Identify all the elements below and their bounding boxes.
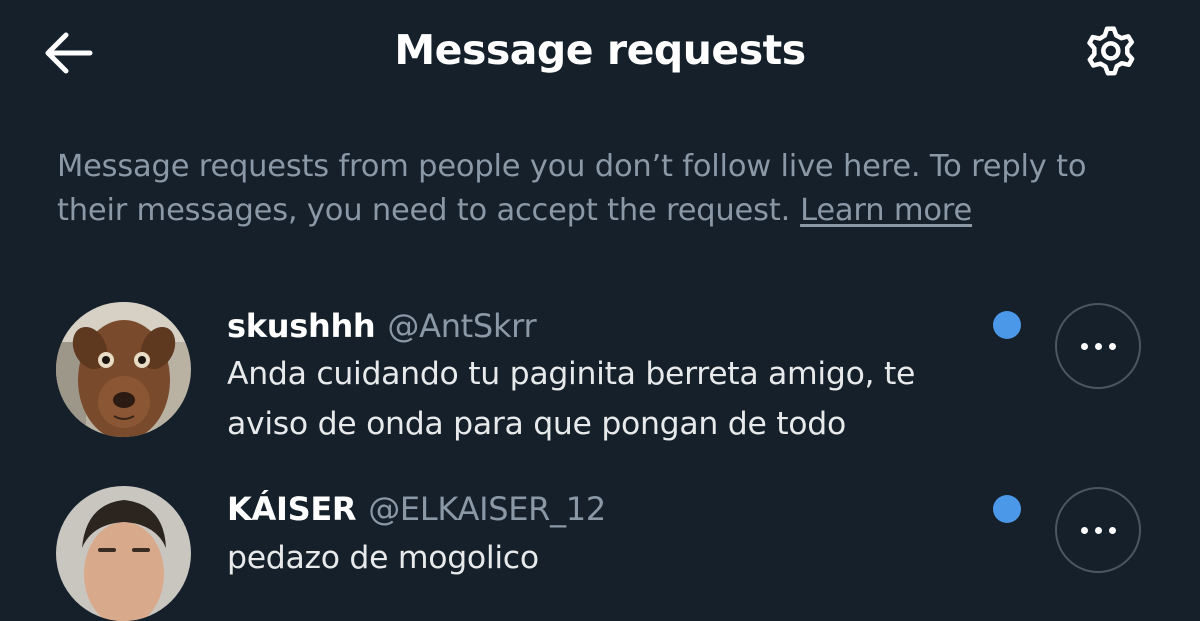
avatar[interactable]: [56, 486, 191, 621]
sender-line: skushhh @AntSkrr: [227, 306, 537, 346]
more-options-button[interactable]: [1055, 303, 1141, 389]
request-item[interactable]: KÁISER @ELKAISER_12 pedazo de mogolico: [0, 470, 1200, 621]
more-dot: [1108, 526, 1116, 534]
more-dot: [1094, 342, 1102, 350]
sender-handle: @ELKAISER_12: [368, 490, 606, 528]
more-options-button[interactable]: [1055, 487, 1141, 573]
avatar[interactable]: [56, 302, 191, 437]
unread-indicator: [993, 495, 1021, 523]
sender-line: KÁISER @ELKAISER_12: [227, 489, 606, 529]
dog-avatar-image: [56, 302, 191, 437]
request-item[interactable]: skushhh @AntSkrr Anda cuidando tu paginit…: [0, 0, 1200, 470]
message-preview: Anda cuidando tu paginita berreta amigo,…: [227, 356, 916, 442]
person-avatar-image: [56, 486, 191, 621]
more-dot: [1108, 342, 1116, 350]
message-preview: pedazo de mogolico: [227, 540, 539, 576]
sender-name: KÁISER: [227, 490, 357, 528]
more-dot: [1080, 342, 1088, 350]
sender-handle: @AntSkrr: [387, 307, 537, 345]
more-dot: [1094, 526, 1102, 534]
sender-name: skushhh: [227, 307, 376, 345]
unread-indicator: [993, 311, 1021, 339]
more-dot: [1080, 526, 1088, 534]
